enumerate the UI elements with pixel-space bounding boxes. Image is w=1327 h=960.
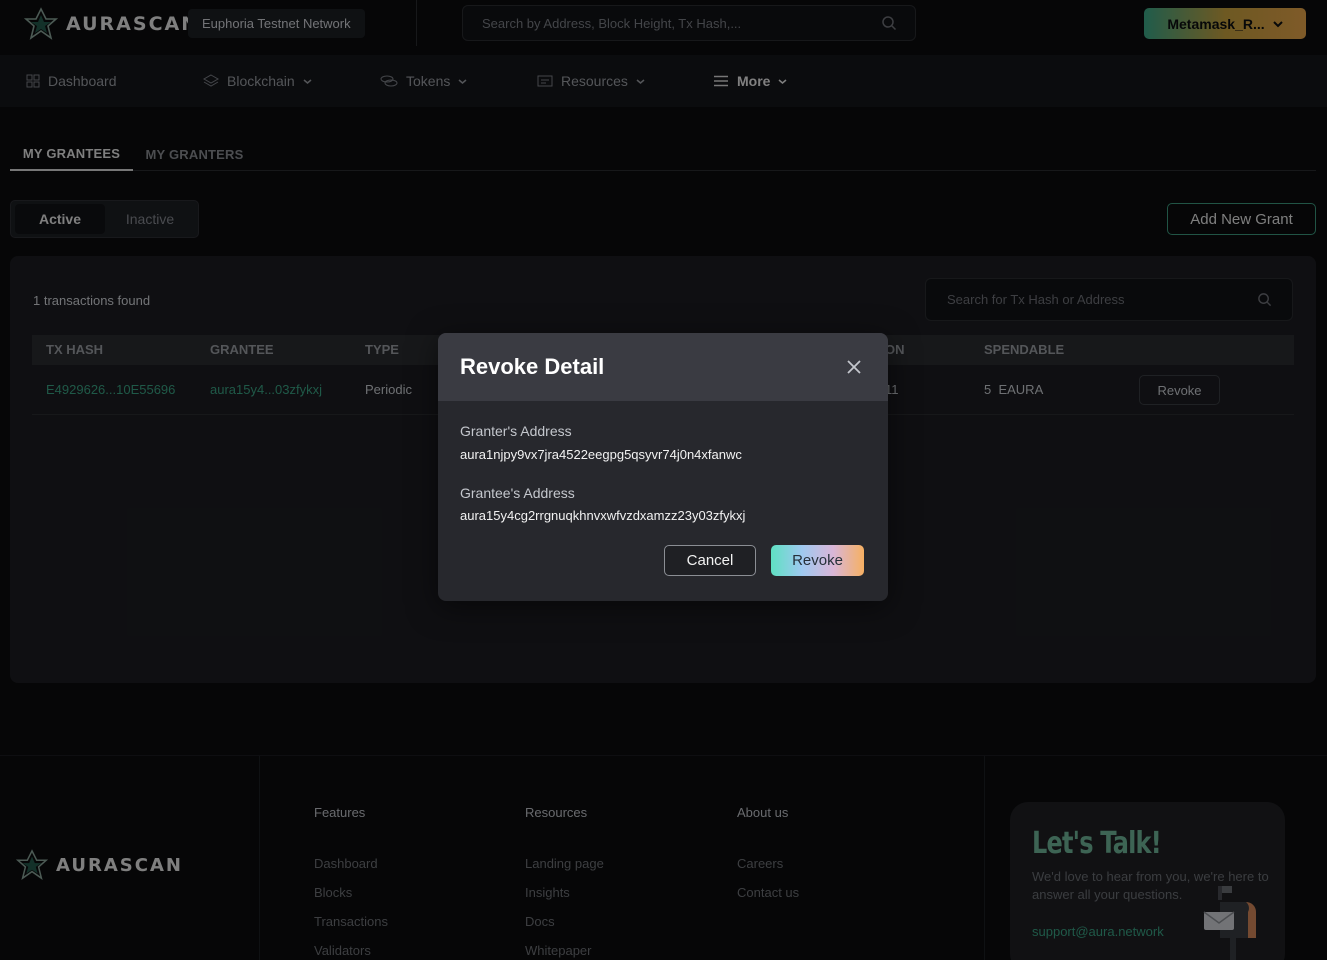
- cancel-button[interactable]: Cancel: [664, 545, 756, 576]
- grantee-address-label: Grantee's Address: [460, 485, 575, 501]
- grantee-address-value: aura15y4cg2rrgnuqkhnvxwfvzdxamzz23y03zfy…: [460, 508, 746, 523]
- modal-header: Revoke Detail: [438, 333, 888, 401]
- revoke-detail-modal: Revoke Detail Granter's Address aura1njp…: [438, 333, 888, 601]
- close-icon: [847, 360, 861, 374]
- revoke-button[interactable]: Revoke: [771, 545, 864, 576]
- granter-address-label: Granter's Address: [460, 423, 572, 439]
- close-button[interactable]: [842, 355, 866, 379]
- modal-title: Revoke Detail: [460, 354, 605, 379]
- granter-address-value: aura1njpy9vx7jra4522eegpg5qsyvr74j0n4xfa…: [460, 447, 742, 462]
